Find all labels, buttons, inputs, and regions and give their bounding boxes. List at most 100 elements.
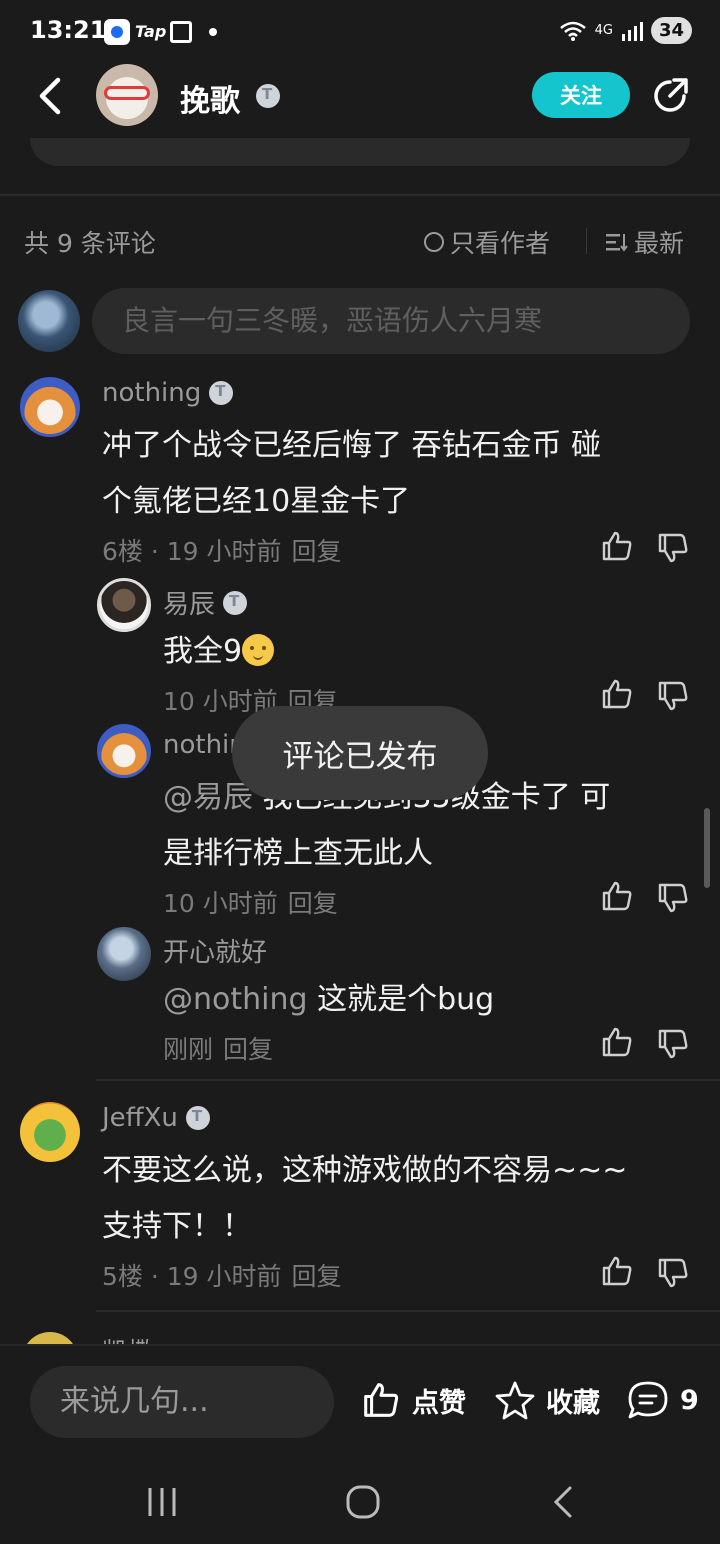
reply-time: 10 小时前 [163,889,278,918]
verified-badge-icon [185,1106,210,1130]
comment-text: 不要这么说，这种游戏做的不容易~~~ 支持下！！ [102,1143,627,1255]
reply-meta: 刚刚 回复 [163,1030,273,1066]
comment-text-line: 支持下！！ [102,1209,252,1244]
comment-text: 冲了个战令已经后悔了 吞钻石金币 碰 个氪佬已经10星金卡了 [102,418,601,530]
reply-meta: 10 小时前 回复 [163,884,338,920]
reply-avatar[interactable] [97,578,151,632]
author-only-toggle[interactable]: 只看作者 [424,224,550,260]
username-text: JeffXu [102,1103,178,1133]
divider [96,1079,720,1081]
divider [586,228,587,254]
thumbs-down-icon[interactable] [656,1256,690,1290]
reply-text: 我全9 [163,624,275,680]
comment-username[interactable]: 凯撒 [102,1332,154,1344]
reply-avatar[interactable] [97,724,151,778]
follow-button[interactable]: 关注 [532,72,630,118]
smile-emoji-icon [242,634,275,666]
thumbs-up-icon[interactable] [600,529,634,563]
reply-username[interactable]: 开心就好 [163,932,267,969]
reply-input[interactable]: 来说几句... [30,1366,334,1438]
reply-button[interactable]: 回复 [223,1035,273,1064]
favorite-button[interactable]: 收藏 [494,1380,600,1420]
favorite-label: 收藏 [546,1387,600,1419]
comment-text-line: 不要这么说，这种游戏做的不容易~~~ [102,1153,628,1188]
comment-username[interactable]: JeffXu [102,1103,210,1133]
thumbs-up-icon [364,1383,399,1417]
thumbs-down-icon[interactable] [656,679,690,713]
comment-text-line: 个氪佬已经10星金卡了 [102,484,411,519]
comment-time: 6楼 · 19 小时前 [102,537,282,566]
my-avatar [18,290,80,352]
bottom-action-bar: 来说几句... 点赞 收藏 9 [0,1344,720,1456]
thumbs-up-icon[interactable] [600,1025,634,1059]
like-label: 点赞 [412,1387,466,1419]
reply-username[interactable]: 易辰 [163,584,248,621]
reply-time: 刚刚 [163,1035,214,1064]
thumbs-down-icon[interactable] [656,881,690,915]
comment-avatar[interactable] [20,1102,80,1162]
toast-message: 评论已发布 [232,706,488,800]
reply-text-line: 是排行榜上查无此人 [163,836,433,871]
thumbs-down-icon[interactable] [656,531,690,565]
post-card-edge [30,138,690,166]
username-text: 易辰 [163,590,216,620]
comments-button[interactable]: 9 [626,1380,699,1420]
notification-dot-icon [209,28,217,36]
username-text: 开心就好 [163,938,268,968]
sort-icon [606,234,628,252]
author-only-label: 只看作者 [450,229,551,258]
sort-latest-label: 最新 [634,229,685,258]
author-avatar[interactable] [96,64,158,126]
scrollbar[interactable] [704,808,710,888]
comment-count: 9 [680,1384,699,1416]
reply-text-content: 我全9 [163,634,243,669]
verified-badge-icon [256,84,280,108]
system-nav-bar [0,1456,720,1544]
network-label: 4G [594,23,613,38]
username-text: nothing [102,378,202,408]
wifi-icon [559,21,586,41]
status-time: 13:21 [30,16,107,44]
home-icon[interactable] [341,1480,385,1524]
reply-text: @nothing 这就是个bug [163,972,494,1028]
verified-badge-icon [223,590,248,615]
top-header: 挽歌 关注 [0,62,720,136]
back-arrow-icon[interactable] [30,74,70,118]
status-right: 4G 34 [559,17,692,44]
author-name[interactable]: 挽歌 [180,76,240,120]
comment-username[interactable]: nothing [102,378,234,408]
thumbs-up-icon[interactable] [600,1254,634,1288]
comment-count-label: 共 9 条评论 [24,229,156,258]
comment-text-line: 冲了个战令已经后悔了 吞钻石金币 碰 [102,428,602,463]
comment-time: 5楼 · 19 小时前 [102,1262,282,1291]
comment-meta: 6楼 · 19 小时前 回复 [102,532,342,568]
sort-latest-button[interactable]: 最新 [606,224,684,260]
reply-button[interactable]: 回复 [292,1262,342,1291]
thumbs-down-icon[interactable] [656,1027,690,1061]
thumbs-up-icon[interactable] [600,677,634,711]
tap-app-label: Tap [135,22,167,41]
reply-button[interactable]: 回复 [292,537,342,566]
mention-link[interactable]: @易辰 [163,780,253,815]
comment-input[interactable]: 良言一句三冬暖，恶语伤人六月寒 [92,288,690,354]
thumbs-up-icon[interactable] [600,879,634,913]
like-button[interactable]: 点赞 [360,1380,466,1420]
back-nav-icon[interactable] [542,1480,586,1524]
divider [96,1310,720,1312]
verified-badge-icon [209,381,234,405]
mention-link[interactable]: @nothing [163,982,308,1017]
divider [0,194,720,196]
reply-avatar[interactable] [97,927,151,981]
glasses-icon [104,86,150,100]
recent-apps-icon[interactable] [140,1480,184,1524]
share-icon[interactable] [650,76,690,116]
status-bar: 13:21 Tap 4G 34 [0,0,720,62]
scan-icon [170,21,192,43]
signal-icon [621,21,643,41]
star-icon [495,1381,535,1420]
reply-button[interactable]: 回复 [288,889,338,918]
battery-indicator: 34 [650,17,692,44]
comment-avatar[interactable] [20,377,80,437]
username-text: 凯撒 [102,1332,154,1344]
comment-meta: 5楼 · 19 小时前 回复 [102,1257,342,1293]
